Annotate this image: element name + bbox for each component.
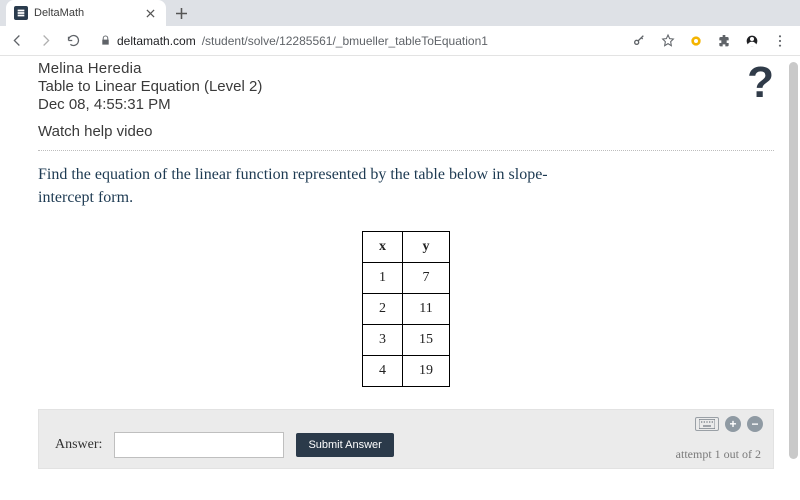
cell: 7 xyxy=(403,263,450,294)
tab-title: DeltaMath xyxy=(34,7,138,19)
zoom-out-icon[interactable]: − xyxy=(747,416,763,432)
url-path: /student/solve/12285561/_bmueller_tableT… xyxy=(202,34,488,48)
attempt-counter: attempt 1 out of 2 xyxy=(676,447,761,462)
table-row: 2 11 xyxy=(363,294,450,325)
back-button[interactable] xyxy=(8,32,26,50)
address-bar: deltamath.com/student/solve/12285561/_bm… xyxy=(0,26,800,56)
data-table: x y 1 7 2 11 3 15 xyxy=(362,231,450,387)
cell: 4 xyxy=(363,356,403,387)
reload-button[interactable] xyxy=(64,32,82,50)
toolbar-right xyxy=(632,33,792,49)
tab-close-icon[interactable] xyxy=(144,7,156,19)
keyboard-icon[interactable] xyxy=(695,417,719,431)
answer-label: Answer: xyxy=(55,437,102,453)
url-domain: deltamath.com xyxy=(117,34,196,48)
key-icon[interactable] xyxy=(632,33,648,49)
cell: 19 xyxy=(403,356,450,387)
data-table-wrap: x y 1 7 2 11 3 15 xyxy=(38,231,774,387)
submit-answer-button[interactable]: Submit Answer xyxy=(296,433,393,457)
lock-icon xyxy=(100,35,111,46)
vertical-scrollbar[interactable] xyxy=(789,62,798,494)
zoom-in-icon[interactable]: + xyxy=(725,416,741,432)
scrollbar-thumb[interactable] xyxy=(789,62,798,459)
page-content: Melina Heredia Table to Linear Equation … xyxy=(0,56,800,469)
cell: 3 xyxy=(363,325,403,356)
question-prompt: Find the equation of the linear function… xyxy=(38,163,598,209)
cell: 1 xyxy=(363,263,403,294)
student-name: Melina Heredia xyxy=(38,60,774,77)
divider xyxy=(38,150,774,151)
table-header-row: x y xyxy=(363,232,450,263)
answer-panel: + − Answer: Submit Answer attempt 1 out … xyxy=(38,409,774,469)
answer-tools: + − xyxy=(695,416,763,432)
watch-help-video-link[interactable]: Watch help video xyxy=(38,123,774,140)
table-row: 3 15 xyxy=(363,325,450,356)
timestamp: Dec 08, 4:55:31 PM xyxy=(38,96,774,113)
url-box[interactable]: deltamath.com/student/solve/12285561/_bm… xyxy=(92,34,622,48)
cell: 15 xyxy=(403,325,450,356)
col-header-x: x xyxy=(363,232,403,263)
page-viewport: Melina Heredia Table to Linear Equation … xyxy=(0,56,800,500)
extensions-icon[interactable] xyxy=(716,33,732,49)
table-row: 1 7 xyxy=(363,263,450,294)
browser-chrome: DeltaMath deltamath.com/student/solve/12… xyxy=(0,0,800,56)
new-tab-button[interactable] xyxy=(170,2,192,24)
help-icon[interactable]: ? xyxy=(747,58,774,108)
col-header-y: y xyxy=(403,232,450,263)
assignment-title: Table to Linear Equation (Level 2) xyxy=(38,78,774,95)
browser-tab[interactable]: DeltaMath xyxy=(6,0,166,26)
answer-input[interactable] xyxy=(114,432,284,458)
tab-strip: DeltaMath xyxy=(0,0,800,26)
extension-icon-1[interactable] xyxy=(688,33,704,49)
menu-icon[interactable] xyxy=(772,33,788,49)
cell: 11 xyxy=(403,294,450,325)
answer-row: Answer: Submit Answer xyxy=(55,432,761,458)
forward-button[interactable] xyxy=(36,32,54,50)
profile-icon[interactable] xyxy=(744,33,760,49)
table-row: 4 19 xyxy=(363,356,450,387)
star-icon[interactable] xyxy=(660,33,676,49)
cell: 2 xyxy=(363,294,403,325)
problem-header: Melina Heredia Table to Linear Equation … xyxy=(38,60,774,140)
tab-favicon xyxy=(14,6,28,20)
